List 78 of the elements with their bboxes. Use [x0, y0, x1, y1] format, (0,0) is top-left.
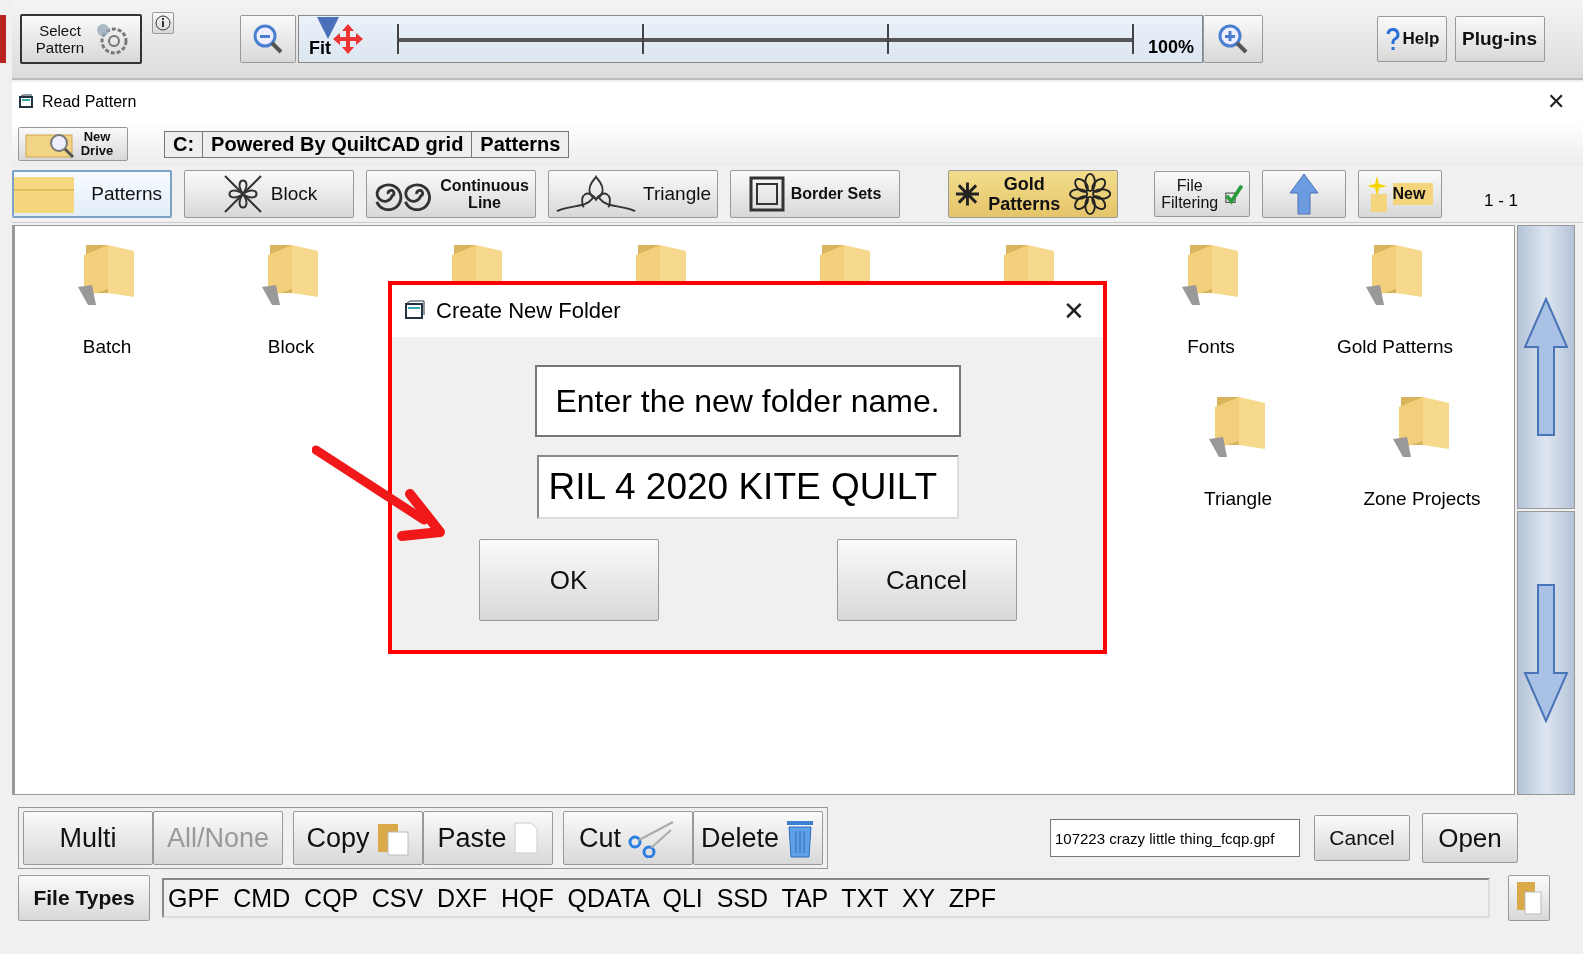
file-types-field[interactable]: GPF CMD CQP CSV DXF HQF QDATA QLI SSD TAP TXT XY ZPF	[162, 878, 1490, 918]
category-tab[interactable]: Continuous Line	[366, 170, 536, 218]
info-icon	[155, 15, 171, 31]
action-button[interactable]: Paste	[423, 811, 553, 865]
plugins-button[interactable]: Plug-ins	[1455, 16, 1545, 62]
help-button[interactable]: Help	[1377, 16, 1447, 62]
cancel-button[interactable]: Cancel	[836, 539, 1017, 621]
folder-icon	[14, 175, 74, 213]
path-segment[interactable]: C:	[165, 131, 204, 157]
zoom-percent: 100%	[1147, 37, 1194, 58]
slider-thumb[interactable]	[317, 17, 339, 39]
clipboard-icon	[1515, 880, 1543, 916]
close-button[interactable]: ✕	[1063, 295, 1085, 327]
window-title: Read Pattern	[42, 93, 138, 111]
move-icon	[331, 22, 365, 56]
dialog-title: Create New Folder	[436, 298, 622, 324]
open-button[interactable]: Open	[1422, 813, 1518, 863]
action-button[interactable]: Delete	[693, 811, 823, 865]
document-icon	[512, 821, 539, 855]
folder-label[interactable]: Batch	[82, 336, 132, 358]
scroll-down-button[interactable]	[1517, 511, 1575, 795]
zoom-in-button[interactable]	[1203, 15, 1263, 63]
window-icon	[404, 300, 428, 322]
folder-icon[interactable]	[262, 244, 320, 306]
zoom-out-button[interactable]	[240, 15, 296, 63]
folder-label[interactable]: Gold Patterns	[1336, 336, 1454, 358]
tab-edge	[0, 15, 6, 63]
page-range: 1 - 1	[1484, 191, 1519, 211]
folder-icon[interactable]	[1209, 396, 1267, 458]
category-tab[interactable]: Border Sets	[730, 170, 900, 218]
paste-button[interactable]	[1508, 875, 1550, 921]
fit-label: Fit	[309, 37, 331, 59]
info-button[interactable]	[152, 12, 174, 34]
star-burst-icon	[955, 181, 980, 207]
file-types-button[interactable]: File Types	[18, 875, 150, 921]
action-button[interactable]: Copy	[293, 811, 423, 865]
action-button[interactable]: Multi	[23, 811, 153, 865]
folder-icon[interactable]	[1366, 244, 1424, 306]
file-name-field[interactable]: 107223 crazy little thing_fcqp.gpf	[1050, 819, 1300, 857]
file-filtering-button[interactable]: File Filtering	[1154, 171, 1250, 217]
up-arrow-icon	[1523, 297, 1569, 437]
flower-icon	[1068, 172, 1111, 216]
path-segment[interactable]: Powered By QuiltCAD grid	[203, 131, 473, 157]
category-tab[interactable]: Patterns	[12, 170, 172, 218]
category-tab[interactable]: Block	[184, 170, 354, 218]
new-folder-button[interactable]: New	[1358, 170, 1442, 218]
folder-label[interactable]: Block	[267, 336, 315, 358]
path-segment[interactable]: Patterns	[472, 131, 569, 157]
new-drive-button[interactable]: New Drive	[18, 127, 128, 161]
window-icon	[18, 94, 36, 110]
up-arrow-icon	[1289, 173, 1319, 215]
select-pattern-button[interactable]: Select Pattern	[20, 14, 142, 64]
loop-icon	[555, 174, 638, 214]
gear-icon	[94, 21, 130, 57]
folder-label[interactable]: Zone Projects	[1363, 488, 1481, 510]
zoom-in-icon	[1216, 22, 1250, 56]
folder-icon[interactable]	[1393, 396, 1451, 458]
zoom-out-icon	[251, 22, 285, 56]
close-button[interactable]: ✕	[1547, 89, 1565, 115]
square-frame-icon	[748, 176, 785, 212]
folder-icon[interactable]	[78, 244, 136, 306]
folder-name-field[interactable]: RIL 4 2020 KITE QUILT	[536, 455, 959, 519]
up-button[interactable]	[1262, 170, 1346, 218]
down-arrow-icon	[1523, 583, 1569, 723]
folder-label[interactable]: Triangle	[1204, 488, 1272, 510]
cancel-button[interactable]: Cancel	[1314, 815, 1410, 861]
action-button[interactable]: Cut	[563, 811, 693, 865]
ok-button[interactable]: OK	[478, 539, 659, 621]
checkmark-icon	[1224, 183, 1243, 205]
category-tab[interactable]: Triangle	[548, 170, 718, 218]
folder-icon[interactable]	[1182, 244, 1240, 306]
folder-label[interactable]: Fonts	[1187, 336, 1235, 358]
category-tab[interactable]: Gold Patterns	[948, 170, 1118, 218]
question-icon	[1384, 26, 1401, 52]
prompt-text: Enter the new folder name.	[534, 365, 961, 437]
arrow-icon	[312, 444, 448, 542]
zoom-slider[interactable]: Fit 100%	[298, 15, 1203, 63]
scroll-up-button[interactable]	[1517, 225, 1575, 509]
